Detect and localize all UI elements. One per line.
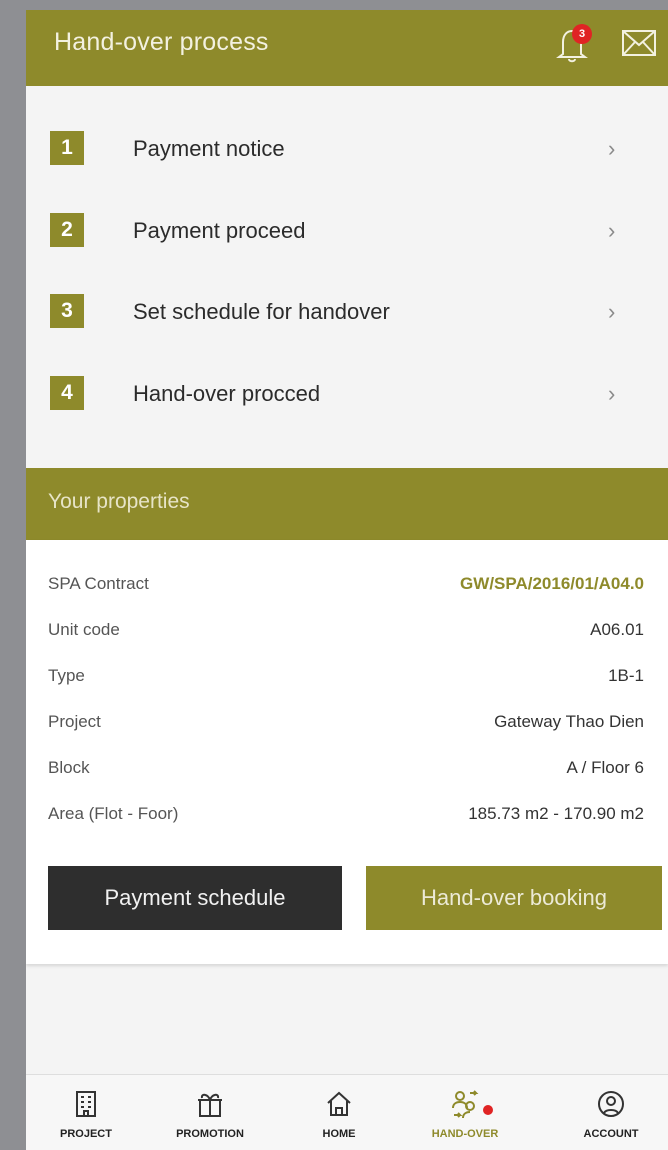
- property-value: A06.01: [590, 620, 644, 639]
- payment-schedule-button[interactable]: Payment schedule: [48, 866, 342, 930]
- step-number: 1: [50, 131, 84, 165]
- property-row: Project Gateway Thao Dien: [26, 708, 668, 738]
- step-label: Hand-over procced: [133, 381, 321, 406]
- nav-account[interactable]: ACCOUNT: [551, 1075, 668, 1150]
- property-value: 1B-1: [608, 666, 644, 685]
- property-row: Type 1B-1: [26, 662, 668, 692]
- step-number: 4: [50, 376, 84, 410]
- handover-booking-button[interactable]: Hand-over booking: [366, 866, 662, 930]
- step-set-schedule[interactable]: 3 Set schedule for handover ›: [26, 283, 668, 343]
- handover-icon: [452, 1090, 479, 1119]
- step-label: Payment proceed: [133, 218, 306, 243]
- gift-icon: [198, 1093, 222, 1117]
- step-payment-notice[interactable]: 1 Payment notice ›: [26, 120, 668, 180]
- chevron-right-icon: ›: [608, 299, 616, 324]
- nav-label: HOME: [322, 1128, 356, 1140]
- step-number: 2: [50, 213, 84, 247]
- handover-alert-dot: [483, 1105, 493, 1115]
- properties-header: Your properties: [26, 468, 668, 540]
- nav-label: ACCOUNT: [583, 1128, 639, 1140]
- nav-label: HAND-OVER: [431, 1128, 499, 1140]
- step-label: Payment notice: [133, 136, 285, 161]
- property-key: Project: [48, 712, 101, 731]
- property-key: Unit code: [48, 620, 120, 639]
- step-payment-proceed[interactable]: 2 Payment proceed ›: [26, 202, 668, 262]
- step-handover-proceed[interactable]: 4 Hand-over procced ›: [26, 365, 668, 425]
- property-row: Block A / Floor 6: [26, 754, 668, 784]
- property-row: Area (Flot - Foor) 185.73 m2 - 170.90 m2: [26, 800, 668, 830]
- bottom-nav: PROJECT PROMOTION HOME HAND-OVER ACCOUNT: [26, 1074, 668, 1150]
- spa-contract-value[interactable]: GW/SPA/2016/01/A04.0: [460, 574, 644, 594]
- nav-home[interactable]: HOME: [279, 1075, 399, 1150]
- property-value: 185.73 m2 - 170.90 m2: [468, 804, 644, 823]
- notification-badge: 3: [572, 24, 592, 44]
- account-icon: [598, 1091, 624, 1117]
- nav-label: PROMOTION: [176, 1128, 244, 1140]
- nav-handover[interactable]: HAND-OVER: [405, 1075, 525, 1150]
- property-value: A / Floor 6: [566, 758, 644, 777]
- app-screen: Hand-over process 3 1 Payment notice › 2…: [26, 0, 668, 1150]
- chevron-right-icon: ›: [608, 136, 616, 161]
- home-icon: [327, 1091, 351, 1116]
- nav-label: PROJECT: [60, 1128, 112, 1140]
- property-row: SPA Contract GW/SPA/2016/01/A04.0: [26, 570, 668, 600]
- property-key: SPA Contract: [48, 574, 149, 593]
- nav-promotion[interactable]: PROMOTION: [150, 1075, 270, 1150]
- chevron-right-icon: ›: [608, 218, 616, 243]
- page-title: Hand-over process: [54, 28, 269, 56]
- properties-title: Your properties: [48, 490, 190, 513]
- handover-steps-list: 1 Payment notice › 2 Payment proceed › 3…: [26, 86, 668, 468]
- step-number: 3: [50, 294, 84, 328]
- building-icon: [76, 1091, 96, 1117]
- step-label: Set schedule for handover: [133, 299, 390, 324]
- property-key: Area (Flot - Foor): [48, 804, 179, 823]
- chevron-right-icon: ›: [608, 381, 616, 406]
- property-row: Unit code A06.01: [26, 616, 668, 646]
- property-key: Type: [48, 666, 85, 685]
- top-app-bar: Hand-over process 3: [26, 0, 668, 86]
- property-card: SPA Contract GW/SPA/2016/01/A04.0 Unit c…: [26, 540, 668, 964]
- property-key: Block: [48, 758, 90, 777]
- mail-icon[interactable]: [622, 30, 656, 56]
- nav-project[interactable]: PROJECT: [26, 1075, 146, 1150]
- property-value: Gateway Thao Dien: [494, 712, 644, 731]
